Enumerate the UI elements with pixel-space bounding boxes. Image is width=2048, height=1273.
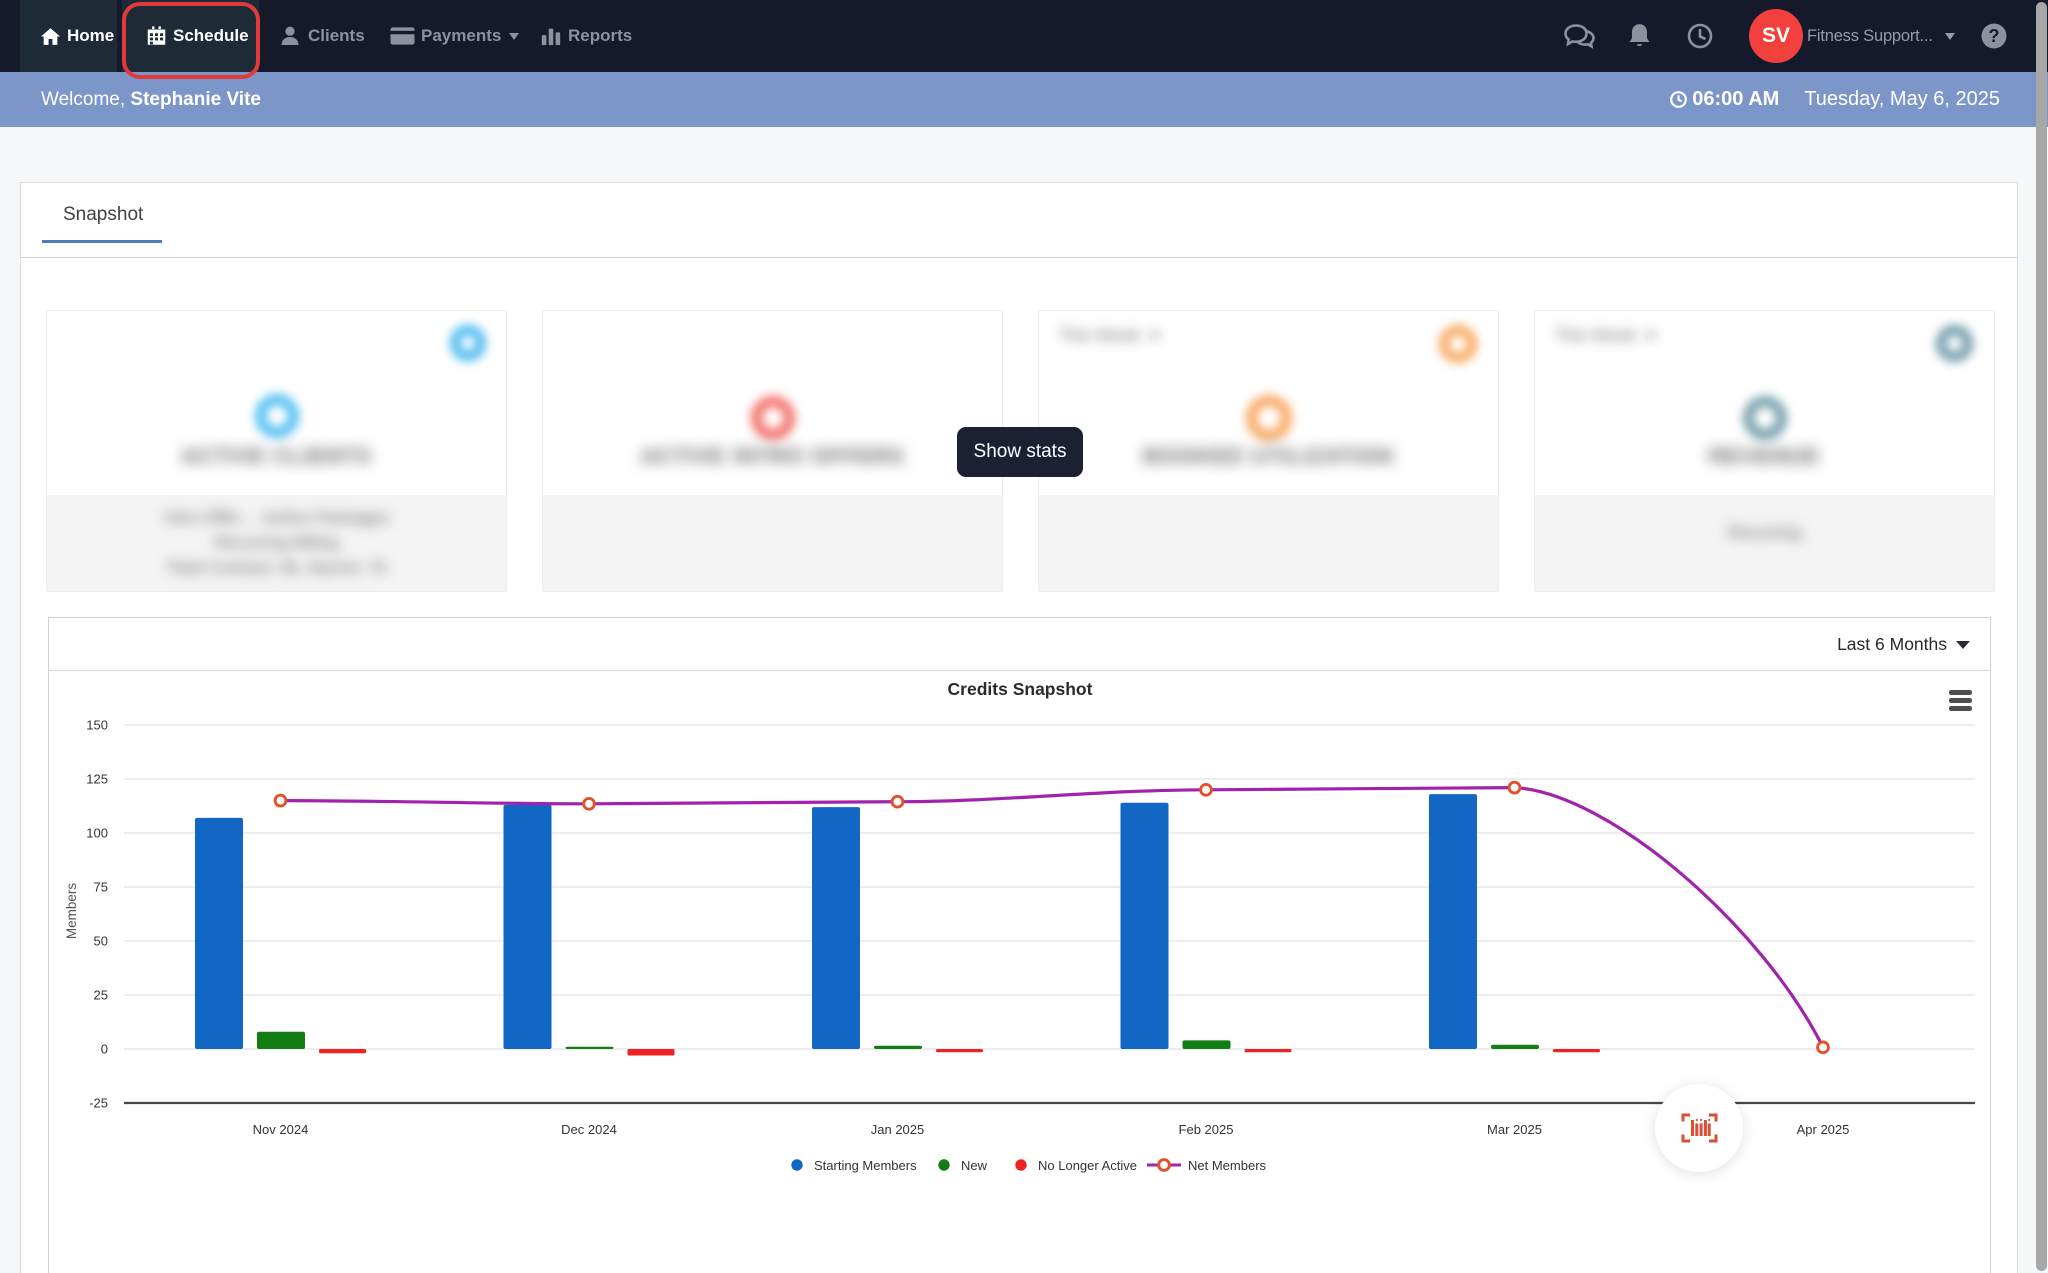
svg-text:Dec 2024: Dec 2024	[561, 1122, 617, 1137]
svg-text:25: 25	[94, 988, 108, 1003]
svg-text:50: 50	[94, 934, 108, 949]
svg-text:Credits Snapshot: Credits Snapshot	[948, 679, 1093, 699]
svg-text:?: ?	[1989, 26, 2000, 46]
svg-text:Mar 2025: Mar 2025	[1487, 1122, 1542, 1137]
svg-text:Nov 2024: Nov 2024	[253, 1122, 309, 1137]
svg-text:-25: -25	[89, 1096, 108, 1111]
svg-text:Jan 2025: Jan 2025	[871, 1122, 925, 1137]
svg-text:New: New	[961, 1158, 988, 1173]
svg-text:Apr 2025: Apr 2025	[1797, 1122, 1850, 1137]
svg-text:Feb 2025: Feb 2025	[1179, 1122, 1234, 1137]
svg-text:0: 0	[101, 1042, 108, 1057]
svg-text:125: 125	[86, 772, 108, 787]
svg-text:75: 75	[94, 880, 108, 895]
svg-text:Members: Members	[64, 883, 79, 940]
svg-text:100: 100	[86, 826, 108, 841]
svg-text:Starting Members: Starting Members	[814, 1158, 917, 1173]
svg-text:No Longer Active: No Longer Active	[1038, 1158, 1137, 1173]
svg-text:150: 150	[86, 718, 108, 733]
svg-text:Net Members: Net Members	[1188, 1158, 1267, 1173]
